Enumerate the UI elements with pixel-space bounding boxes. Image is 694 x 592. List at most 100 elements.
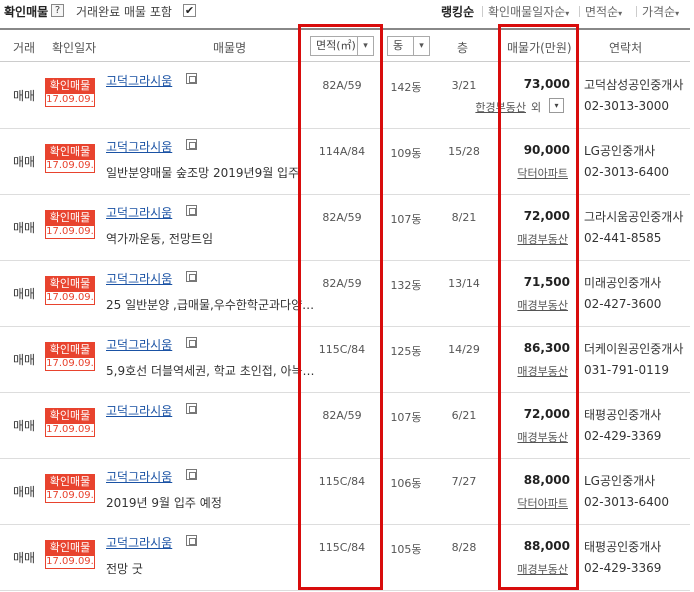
area-value: 82A/59 (322, 277, 362, 290)
verified-listing-label: 확인매물 (4, 5, 49, 19)
listing-name-link[interactable]: 고덕그라시움 (106, 204, 172, 221)
price-value: 71,500 (523, 275, 570, 289)
verified-badge-label: 확인매물 (45, 276, 95, 291)
area-value: 82A/59 (322, 79, 362, 92)
phone-number: 02-429-3369 (584, 429, 662, 443)
deal-type: 매매 (13, 155, 36, 169)
office-name: 미래공인중개사 (584, 276, 662, 290)
area-value: 82A/59 (322, 409, 362, 422)
listing-description: 일반분양매물 숲조망 2019년9월 입주 (106, 166, 300, 180)
agent-link[interactable]: 매경부동산 (472, 429, 568, 445)
floor-value: 15/28 (448, 145, 480, 158)
new-window-icon[interactable] (186, 139, 197, 150)
sort-price[interactable]: 가격순▾ (642, 3, 679, 20)
phone-number: 031-791-0119 (584, 363, 670, 377)
deal-type: 매매 (13, 221, 36, 235)
new-window-icon[interactable] (186, 73, 197, 84)
new-window-icon[interactable] (186, 403, 197, 414)
verified-badge: 확인매물 17.09.09. (45, 540, 96, 571)
verified-badge: 확인매물 17.09.09. (45, 408, 96, 439)
phone-number: 02-429-3369 (584, 561, 662, 575)
header-type: 거래 (13, 41, 36, 55)
verified-date: 17.09.09. (45, 225, 95, 239)
dong-value: 125동 (390, 345, 422, 358)
agent-link[interactable]: 매경부동산 (472, 297, 568, 313)
listing-name-link[interactable]: 고덕그라시움 (106, 336, 172, 353)
phone-number: 02-441-8585 (584, 231, 662, 245)
table-row[interactable]: 매매 확인매물 17.09.09. 고덕그라시움 82A/59 107동 6/21 72,00… (0, 393, 690, 459)
dong-value: 109동 (390, 147, 422, 160)
office-name: 그라시움공인중개사 (584, 210, 684, 224)
new-window-icon[interactable] (186, 271, 197, 282)
dong-value: 107동 (390, 213, 422, 226)
listing-description: 5,9호선 더블역세권, 학교 초인접, 아늑… (106, 364, 315, 378)
phone-number: 02-427-3600 (584, 297, 662, 311)
price-value: 86,300 (523, 341, 570, 355)
floor-value: 14/29 (448, 343, 480, 356)
toolbar: 확인매물 ? 거래완료 매물 포함 ✔ 랭킹순 확인매물일자순▾ 면적순▾ 가격… (0, 0, 694, 26)
table-row[interactable]: 매매 확인매물 17.09.09. 고덕그라시움 전망 굿 115C/84 105동 8/28… (0, 525, 690, 591)
phone-number: 02-3013-3000 (584, 99, 670, 113)
new-window-icon[interactable] (186, 337, 197, 348)
price-value: 73,000 (523, 77, 570, 91)
area-value: 82A/59 (322, 211, 362, 224)
more-agents-label: 외 (531, 101, 542, 114)
verified-badge: 확인매물 17.09.09. (45, 144, 96, 175)
deal-type: 매매 (13, 89, 36, 103)
dong-value: 105동 (390, 543, 422, 556)
area-value: 115C/84 (318, 343, 366, 356)
verified-date: 17.09.09. (45, 555, 95, 569)
listing-name-link[interactable]: 고덕그라시움 (106, 138, 172, 155)
listing-name-link[interactable]: 고덕그라시움 (106, 72, 172, 89)
include-completed-checkbox[interactable]: ✔ (183, 4, 196, 17)
new-window-icon[interactable] (186, 205, 197, 216)
verified-date: 17.09.09. (45, 291, 95, 305)
price-value: 88,000 (523, 473, 570, 487)
office-name: 더케이원공인중개사 (584, 342, 684, 356)
agent-link[interactable]: 매경부동산 (472, 561, 568, 577)
dong-value: 106동 (390, 477, 422, 490)
listing-description: 전망 굿 (106, 562, 143, 576)
divider (579, 6, 580, 17)
chevron-down-icon: ▾ (413, 37, 429, 55)
area-filter-select[interactable]: 면적(㎡) ▾ (310, 36, 374, 56)
table-row[interactable]: 매매 확인매물 17.09.09. 고덕그라시움 25 일반분양 ,급매물,우수한학군과… (0, 261, 690, 327)
office-name: 태평공인중개사 (584, 408, 662, 422)
divider (482, 6, 483, 17)
table-row[interactable]: 매매 확인매물 17.09.09. 고덕그라시움 역가까운동, 전망트임 82A/59 10… (0, 195, 690, 261)
divider (636, 6, 637, 17)
listing-name-link[interactable]: 고덕그라시움 (106, 270, 172, 287)
listing-name-link[interactable]: 고덕그라시움 (106, 402, 172, 419)
table-row[interactable]: 매매 확인매물 17.09.09. 고덕그라시움 5,9호선 더블역세권, 학교 초인접… (0, 327, 690, 393)
floor-value: 6/21 (451, 409, 477, 422)
sort-area[interactable]: 면적순▾ (585, 3, 622, 20)
table-row[interactable]: 매매 확인매물 17.09.09. 고덕그라시움 2019년 9월 입주 예정 115C/… (0, 459, 690, 525)
agent-link[interactable]: 매경부동산 (472, 363, 568, 379)
agent-link[interactable]: 매경부동산 (472, 231, 568, 247)
new-window-icon[interactable] (186, 535, 197, 546)
listing-description: 역가까운동, 전망트임 (106, 232, 213, 246)
price-value: 90,000 (523, 143, 570, 157)
listing-name-link[interactable]: 고덕그라시움 (106, 468, 172, 485)
sort-verified-date[interactable]: 확인매물일자순▾ (488, 3, 569, 20)
agent-link[interactable]: 닥터아파트 (472, 165, 568, 181)
verified-date: 17.09.09. (45, 159, 95, 173)
agent-link[interactable]: 한경부동산 (440, 99, 526, 115)
dong-value: 142동 (390, 81, 422, 94)
listing-description: 2019년 9월 입주 예정 (106, 496, 222, 510)
new-window-icon[interactable] (186, 469, 197, 480)
header-price: 매물가(만원) (507, 41, 572, 55)
listing-name-link[interactable]: 고덕그라시움 (106, 534, 172, 551)
dong-filter-select[interactable]: 동 ▾ (387, 36, 430, 56)
verified-badge-label: 확인매물 (45, 540, 95, 555)
verified-date: 17.09.09. (45, 357, 95, 371)
chevron-down-icon[interactable]: ▾ (549, 98, 564, 113)
table-row[interactable]: 매매 확인매물 17.09.09. 고덕그라시움 82A/59 142동 3/21 73,00… (0, 63, 690, 129)
table-row[interactable]: 매매 확인매물 17.09.09. 고덕그라시움일반분양매물 숲조망 2019년9월 … (0, 129, 690, 195)
help-icon[interactable]: ? (51, 4, 64, 17)
sort-ranking[interactable]: 랭킹순 (441, 3, 474, 20)
chevron-down-icon: ▾ (565, 9, 570, 18)
office-name: 태평공인중개사 (584, 540, 662, 554)
price-value: 72,000 (523, 407, 570, 421)
agent-link[interactable]: 닥터아파트 (472, 495, 568, 511)
